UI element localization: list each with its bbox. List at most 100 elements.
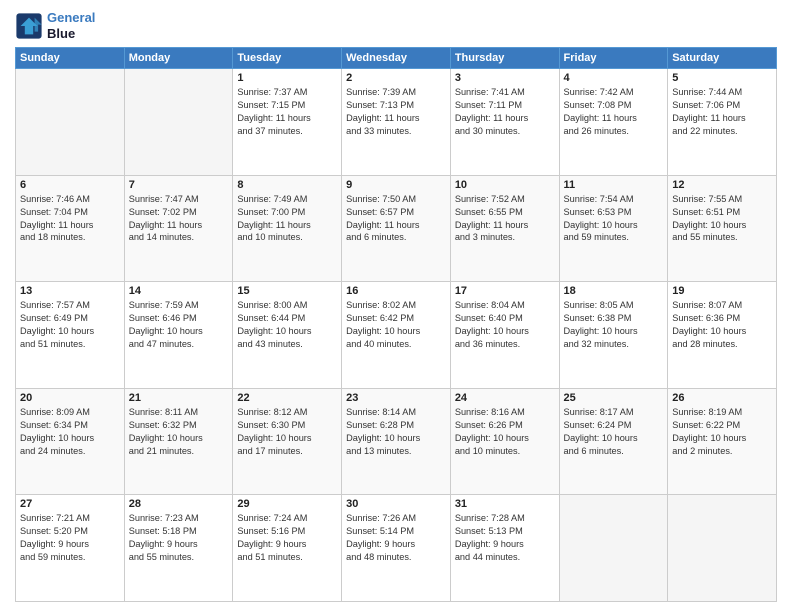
day-info: Sunrise: 8:05 AM Sunset: 6:38 PM Dayligh… — [564, 299, 664, 351]
calendar-cell: 21 Sunrise: 8:11 AM Sunset: 6:32 PM Dayli… — [124, 388, 233, 495]
calendar-cell: 14Sunrise: 7:59 AM Sunset: 6:46 PM Dayli… — [124, 282, 233, 389]
day-info: Sunrise: 7:24 AM Sunset: 5:16 PM Dayligh… — [237, 512, 337, 564]
day-number: 23 — [346, 392, 446, 404]
day-number: 18 — [564, 285, 664, 297]
calendar-cell: 16 Sunrise: 8:02 AM Sunset: 6:42 PM Dayli… — [342, 282, 451, 389]
day-number: 4 — [564, 72, 664, 84]
logo-line1: General — [47, 10, 95, 26]
day-info: Sunrise: 7:37 AM Sunset: 7:15 PM Dayligh… — [237, 86, 337, 138]
day-info: Sunrise: 8:09 AM Sunset: 6:34 PM Dayligh… — [20, 406, 120, 458]
calendar-cell: 26 Sunrise: 8:19 AM Sunset: 6:22 PM Dayli… — [668, 388, 777, 495]
day-number: 21 — [129, 392, 229, 404]
day-number: 28 — [129, 498, 229, 510]
calendar-cell: 10 Sunrise: 7:52 AM Sunset: 6:55 PM Dayli… — [450, 175, 559, 282]
day-info: Sunrise: 8:11 AM Sunset: 6:32 PM Dayligh… — [129, 406, 229, 458]
day-number: 19 — [672, 285, 772, 297]
day-info: Sunrise: 7:55 AM Sunset: 6:51 PM Dayligh… — [672, 193, 772, 245]
day-info: Sunrise: 8:00 AM Sunset: 6:44 PM Dayligh… — [237, 299, 337, 351]
header: GeneralBlue — [15, 10, 777, 41]
page: GeneralBlue SundayMondayTuesdayWednesday… — [0, 0, 792, 612]
day-number: 10 — [455, 179, 555, 191]
calendar-header-wednesday: Wednesday — [342, 48, 451, 69]
calendar-cell: 30 Sunrise: 7:26 AM Sunset: 5:14 PM Dayli… — [342, 495, 451, 602]
calendar-cell: 7 Sunrise: 7:47 AM Sunset: 7:02 PM Daylig… — [124, 175, 233, 282]
day-number: 24 — [455, 392, 555, 404]
calendar-cell: 18 Sunrise: 8:05 AM Sunset: 6:38 PM Dayli… — [559, 282, 668, 389]
calendar-cell: 20 Sunrise: 8:09 AM Sunset: 6:34 PM Dayli… — [16, 388, 125, 495]
calendar-header-friday: Friday — [559, 48, 668, 69]
calendar-cell: 11 Sunrise: 7:54 AM Sunset: 6:53 PM Dayli… — [559, 175, 668, 282]
day-number: 12 — [672, 179, 772, 191]
calendar-cell: 8 Sunrise: 7:49 AM Sunset: 7:00 PM Daylig… — [233, 175, 342, 282]
day-number: 16 — [346, 285, 446, 297]
calendar-cell: 29 Sunrise: 7:24 AM Sunset: 5:16 PM Dayli… — [233, 495, 342, 602]
day-number: 6 — [20, 179, 120, 191]
calendar-week-row: 1 Sunrise: 7:37 AM Sunset: 7:15 PM Daylig… — [16, 69, 777, 176]
day-info: Sunrise: 7:49 AM Sunset: 7:00 PM Dayligh… — [237, 193, 337, 245]
logo-text: GeneralBlue — [47, 10, 95, 41]
calendar-cell — [124, 69, 233, 176]
day-number: 8 — [237, 179, 337, 191]
day-info: Sunrise: 7:41 AM Sunset: 7:11 PM Dayligh… — [455, 86, 555, 138]
calendar-week-row: 6Sunrise: 7:46 AM Sunset: 7:04 PM Daylig… — [16, 175, 777, 282]
calendar-cell: 3 Sunrise: 7:41 AM Sunset: 7:11 PM Daylig… — [450, 69, 559, 176]
day-info: Sunrise: 7:26 AM Sunset: 5:14 PM Dayligh… — [346, 512, 446, 564]
calendar-cell: 25Sunrise: 8:17 AM Sunset: 6:24 PM Dayli… — [559, 388, 668, 495]
day-info: Sunrise: 8:16 AM Sunset: 6:26 PM Dayligh… — [455, 406, 555, 458]
day-info: Sunrise: 7:21 AM Sunset: 5:20 PM Dayligh… — [20, 512, 120, 564]
day-info: Sunrise: 8:02 AM Sunset: 6:42 PM Dayligh… — [346, 299, 446, 351]
day-number: 14 — [129, 285, 229, 297]
logo-line2: Blue — [47, 26, 95, 42]
calendar-cell: 24 Sunrise: 8:16 AM Sunset: 6:26 PM Dayli… — [450, 388, 559, 495]
calendar-cell: 2Sunrise: 7:39 AM Sunset: 7:13 PM Daylig… — [342, 69, 451, 176]
day-number: 22 — [237, 392, 337, 404]
day-number: 1 — [237, 72, 337, 84]
day-info: Sunrise: 7:28 AM Sunset: 5:13 PM Dayligh… — [455, 512, 555, 564]
day-number: 13 — [20, 285, 120, 297]
day-info: Sunrise: 8:04 AM Sunset: 6:40 PM Dayligh… — [455, 299, 555, 351]
calendar-cell: 22 Sunrise: 8:12 AM Sunset: 6:30 PM Dayli… — [233, 388, 342, 495]
day-info: Sunrise: 7:52 AM Sunset: 6:55 PM Dayligh… — [455, 193, 555, 245]
calendar-cell: 19 Sunrise: 8:07 AM Sunset: 6:36 PM Dayli… — [668, 282, 777, 389]
day-number: 31 — [455, 498, 555, 510]
day-number: 30 — [346, 498, 446, 510]
day-number: 15 — [237, 285, 337, 297]
calendar-cell — [16, 69, 125, 176]
day-info: Sunrise: 7:50 AM Sunset: 6:57 PM Dayligh… — [346, 193, 446, 245]
calendar-week-row: 20 Sunrise: 8:09 AM Sunset: 6:34 PM Dayli… — [16, 388, 777, 495]
day-number: 17 — [455, 285, 555, 297]
day-info: Sunrise: 7:54 AM Sunset: 6:53 PM Dayligh… — [564, 193, 664, 245]
day-info: Sunrise: 7:44 AM Sunset: 7:06 PM Dayligh… — [672, 86, 772, 138]
day-number: 7 — [129, 179, 229, 191]
day-info: Sunrise: 8:07 AM Sunset: 6:36 PM Dayligh… — [672, 299, 772, 351]
day-info: Sunrise: 7:23 AM Sunset: 5:18 PM Dayligh… — [129, 512, 229, 564]
calendar-cell — [559, 495, 668, 602]
day-number: 26 — [672, 392, 772, 404]
calendar-header-row: SundayMondayTuesdayWednesdayThursdayFrid… — [16, 48, 777, 69]
logo: GeneralBlue — [15, 10, 95, 41]
day-info: Sunrise: 7:47 AM Sunset: 7:02 PM Dayligh… — [129, 193, 229, 245]
calendar-cell: 1 Sunrise: 7:37 AM Sunset: 7:15 PM Daylig… — [233, 69, 342, 176]
calendar-header-saturday: Saturday — [668, 48, 777, 69]
calendar-header-thursday: Thursday — [450, 48, 559, 69]
day-info: Sunrise: 7:39 AM Sunset: 7:13 PM Dayligh… — [346, 86, 446, 138]
calendar-week-row: 27 Sunrise: 7:21 AM Sunset: 5:20 PM Dayli… — [16, 495, 777, 602]
calendar-cell: 23Sunrise: 8:14 AM Sunset: 6:28 PM Dayli… — [342, 388, 451, 495]
calendar-cell: 13Sunrise: 7:57 AM Sunset: 6:49 PM Dayli… — [16, 282, 125, 389]
calendar-cell: 31 Sunrise: 7:28 AM Sunset: 5:13 PM Dayli… — [450, 495, 559, 602]
day-number: 29 — [237, 498, 337, 510]
day-number: 25 — [564, 392, 664, 404]
day-info: Sunrise: 8:19 AM Sunset: 6:22 PM Dayligh… — [672, 406, 772, 458]
calendar-cell: 5Sunrise: 7:44 AM Sunset: 7:06 PM Daylig… — [668, 69, 777, 176]
calendar-cell: 12 Sunrise: 7:55 AM Sunset: 6:51 PM Dayli… — [668, 175, 777, 282]
day-number: 20 — [20, 392, 120, 404]
calendar-table: SundayMondayTuesdayWednesdayThursdayFrid… — [15, 47, 777, 602]
calendar-header-monday: Monday — [124, 48, 233, 69]
day-number: 3 — [455, 72, 555, 84]
logo-icon — [15, 12, 43, 40]
day-number: 11 — [564, 179, 664, 191]
day-info: Sunrise: 8:12 AM Sunset: 6:30 PM Dayligh… — [237, 406, 337, 458]
calendar-cell: 6Sunrise: 7:46 AM Sunset: 7:04 PM Daylig… — [16, 175, 125, 282]
day-number: 27 — [20, 498, 120, 510]
calendar-cell: 28 Sunrise: 7:23 AM Sunset: 5:18 PM Dayli… — [124, 495, 233, 602]
